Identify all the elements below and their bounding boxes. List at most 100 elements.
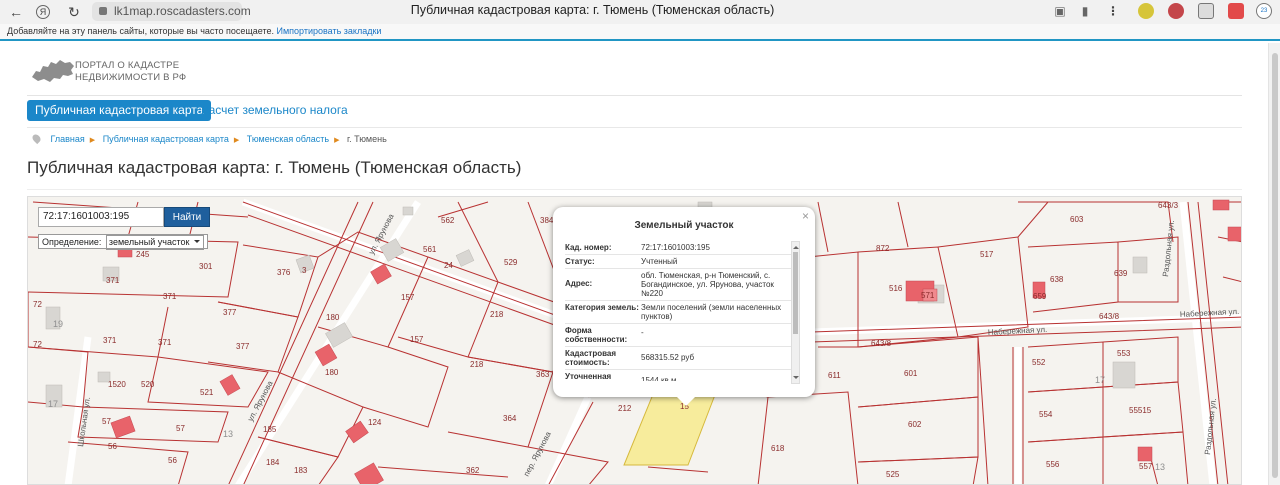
extension-icon-2[interactable] — [1168, 3, 1184, 19]
detail-row: Адрес: обл. Тюменская, р-н Тюменский, с. … — [565, 269, 791, 301]
detail-key: Кад. номер: — [565, 243, 612, 252]
svg-text:618: 618 — [771, 444, 785, 453]
svg-text:301: 301 — [199, 262, 213, 271]
breadcrumb-current: г. Тюмень — [346, 134, 387, 144]
definition-dropdown[interactable]: земельный участок — [105, 235, 205, 250]
detail-row: Кадастровая стоимость: 568315.52 руб — [565, 347, 791, 370]
svg-text:185: 185 — [263, 425, 277, 434]
parcel-info-popup: × Земельный участок Кад. номер: 72:17:160… — [553, 207, 815, 406]
breadcrumb-home[interactable]: Главная — [51, 134, 85, 144]
svg-text:601: 601 — [904, 369, 918, 378]
svg-text:525: 525 — [886, 470, 900, 479]
svg-text:516: 516 — [889, 284, 903, 293]
detail-key: Кадастровая стоимость: — [565, 349, 617, 367]
svg-text:184: 184 — [266, 458, 280, 467]
detail-value: 1544 кв.м — [641, 376, 677, 381]
cadastral-number-input[interactable]: 72:17:1601003:195 — [38, 207, 164, 227]
svg-text:659: 659 — [1033, 292, 1047, 301]
svg-text:554: 554 — [1039, 410, 1053, 419]
svg-text:245: 245 — [136, 250, 150, 259]
chevron-right-icon: ▶ — [334, 137, 340, 144]
extension-icon-1[interactable] — [1138, 3, 1154, 19]
svg-text:643/3: 643/3 — [1158, 201, 1179, 210]
svg-text:57: 57 — [102, 417, 111, 426]
divider — [27, 189, 1242, 190]
detail-row: Кад. номер: 72:17:1601003:195 — [565, 241, 791, 255]
svg-text:371: 371 — [158, 338, 172, 347]
menu-icon[interactable]: ⋮ — [1106, 4, 1120, 18]
tab-cadastral-map[interactable]: Публичная кадастровая карта — [27, 100, 212, 121]
svg-text:212: 212 — [618, 404, 632, 413]
detail-value: обл. Тюменская, р-н Тюменский, с. Боганд… — [641, 271, 774, 298]
svg-text:19: 19 — [53, 319, 63, 329]
logo-line-2: недвижимости в РФ — [75, 72, 187, 83]
svg-text:611: 611 — [828, 371, 841, 380]
svg-text:183: 183 — [294, 466, 308, 475]
detail-key: Уточненная площадь: — [565, 372, 612, 381]
svg-text:180: 180 — [325, 368, 339, 377]
svg-text:384: 384 — [540, 216, 554, 225]
svg-text:556: 556 — [1046, 460, 1060, 469]
bookmarks-hint: Добавляйте на эту панель сайты, которые … — [7, 26, 274, 36]
address-bar[interactable]: lk1map.roscadasters.com — [92, 2, 251, 21]
detail-key: Адрес: — [565, 279, 593, 288]
svg-text:13: 13 — [223, 429, 233, 439]
back-icon[interactable]: ← — [6, 2, 26, 22]
svg-text:643/8: 643/8 — [871, 339, 892, 348]
svg-text:552: 552 — [1032, 358, 1046, 367]
svg-text:521: 521 — [200, 388, 214, 397]
detail-key: Статус: — [565, 257, 595, 266]
detail-row: Статус: Учтенный — [565, 255, 791, 269]
detail-row: Форма собственности: - — [565, 324, 791, 347]
profile-icon[interactable]: 23 — [1256, 3, 1272, 19]
svg-text:56: 56 — [108, 442, 117, 451]
detail-key: Форма собственности: — [565, 326, 628, 344]
find-button[interactable]: Найти — [164, 207, 210, 227]
svg-text:57: 57 — [176, 424, 185, 433]
svg-text:562: 562 — [441, 216, 455, 225]
svg-text:517: 517 — [980, 250, 994, 259]
detail-row: Категория земель: Земли поселений (земли … — [565, 301, 791, 324]
svg-text:603: 603 — [1070, 215, 1084, 224]
cadastral-map[interactable]: 562 384 376 3 301 371 18 371 377 72 19 3… — [27, 196, 1242, 485]
chevron-right-icon: ▶ — [89, 137, 96, 144]
detail-key: Категория земель: — [565, 303, 639, 312]
definition-select[interactable]: Определение: земельный участок — [38, 234, 209, 250]
svg-text:557: 557 — [1139, 462, 1153, 471]
page-info-icon[interactable]: ▣ — [1053, 4, 1067, 18]
popup-title: Земельный участок — [634, 220, 734, 231]
logo-line-1: Портал о кадастре — [75, 60, 180, 71]
svg-text:56: 56 — [168, 456, 177, 465]
svg-text:571: 571 — [921, 291, 935, 300]
bookmark-icon[interactable]: ▮ — [1078, 4, 1092, 18]
svg-text:157: 157 — [401, 293, 415, 302]
import-bookmarks-link[interactable]: Импортировать закладки — [277, 26, 382, 36]
site-logo-text[interactable]: Портал о кадастре недвижимости в РФ — [75, 60, 186, 84]
svg-text:377: 377 — [223, 308, 237, 317]
popup-scrollbar[interactable] — [791, 241, 800, 384]
svg-text:371: 371 — [163, 292, 177, 301]
extension-icon-4[interactable] — [1228, 3, 1244, 19]
svg-text:124: 124 — [368, 418, 382, 427]
svg-text:376: 376 — [277, 268, 291, 277]
svg-text:872: 872 — [876, 244, 890, 253]
breadcrumb-region[interactable]: Тюменская область — [247, 134, 329, 144]
breadcrumb-map[interactable]: Публичная кадастровая карта — [103, 134, 229, 144]
svg-text:218: 218 — [470, 360, 484, 369]
detail-value: 568315.52 руб — [641, 353, 695, 362]
svg-text:55515: 55515 — [1129, 406, 1152, 415]
location-pin-icon — [30, 132, 43, 145]
page: Портал о кадастре недвижимости в РФ Публ… — [0, 43, 1280, 485]
browser-logo-icon[interactable]: Я — [36, 5, 50, 19]
svg-text:561: 561 — [423, 245, 437, 254]
svg-text:17: 17 — [1095, 375, 1105, 385]
reload-icon[interactable]: ↻ — [64, 2, 84, 22]
map-search: 72:17:1601003:195 Найти — [38, 207, 213, 227]
svg-text:364: 364 — [503, 414, 517, 423]
extension-icon-3[interactable] — [1198, 3, 1214, 19]
tab-land-tax[interactable]: Расчет земельного налога — [201, 100, 348, 121]
svg-text:529: 529 — [504, 258, 518, 267]
russia-map-logo-icon — [32, 60, 74, 82]
page-scrollbar[interactable] — [1268, 43, 1280, 485]
bookmarks-bar: Добавляйте на эту панель сайты, которые … — [0, 24, 1280, 41]
